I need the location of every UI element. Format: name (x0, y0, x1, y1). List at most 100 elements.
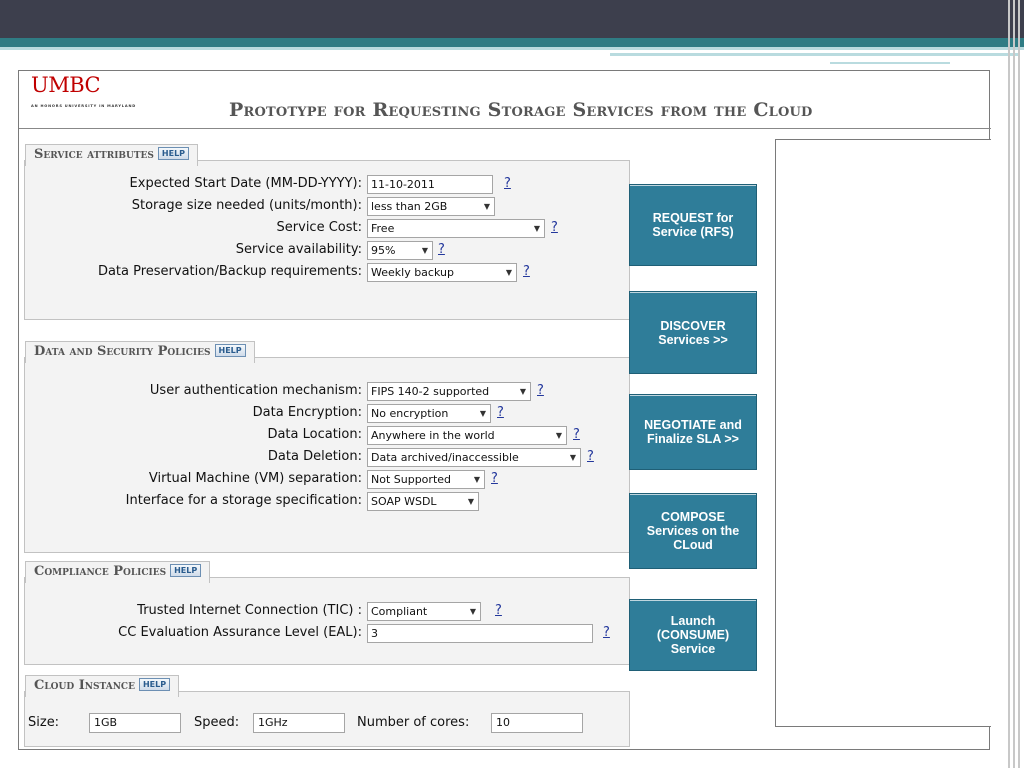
help-link[interactable]: ? (438, 241, 445, 259)
dropdown-arrow-icon: ▼ (505, 268, 512, 277)
select-value: Weekly backup (371, 266, 454, 279)
negotiate-sla-button[interactable]: NEGOTIATE and Finalize SLA >> (629, 394, 757, 470)
help-button[interactable]: HELP (157, 147, 190, 160)
slide-edge-lines (994, 0, 1024, 768)
field-label: Data Location: (267, 427, 362, 442)
dropdown-arrow-icon: ▼ (483, 202, 490, 211)
section-title: Compliance Policies HELP (25, 561, 211, 583)
field-label: Interface for a storage specification: (125, 493, 362, 508)
auth-select[interactable]: FIPS 140-2 supported ▼ (367, 382, 531, 401)
dropdown-arrow-icon: ▼ (421, 246, 428, 255)
start-date-input[interactable]: 11-10-2011 (367, 175, 493, 194)
service-attributes-section: Service attributes HELP Expected Start Da… (24, 144, 631, 320)
speed-label: Speed: (194, 715, 240, 730)
encryption-select[interactable]: No encryption ▼ (367, 404, 491, 423)
output-panel (775, 139, 991, 727)
location-select[interactable]: Anywhere in the world ▼ (367, 426, 567, 445)
umbc-logo: UMBC (31, 73, 101, 97)
field-row-storage-size: Storage size needed (units/month): less … (25, 195, 631, 217)
help-link[interactable]: ? (523, 263, 530, 281)
dropdown-arrow-icon: ▼ (479, 409, 486, 418)
discover-services-button[interactable]: DISCOVER Services >> (629, 291, 757, 374)
launch-service-button[interactable]: Launch (CONSUME) Service (629, 599, 757, 671)
dropdown-arrow-icon: ▼ (569, 453, 576, 462)
section-title: Service attributes HELP (25, 144, 199, 166)
service-cost-select[interactable]: Free ▼ (367, 219, 545, 238)
help-link[interactable]: ? (497, 404, 504, 422)
field-label: User authentication mechanism: (149, 383, 362, 398)
slide-accent-band (0, 38, 1024, 47)
edge-line (1008, 0, 1010, 768)
field-row-start-date: Expected Start Date (MM-DD-YYYY): 11-10-… (25, 173, 631, 195)
slide-accent-line (0, 47, 1024, 50)
field-label: Data Encryption: (252, 405, 362, 420)
field-label: Service Cost: (276, 220, 362, 235)
select-value: 95% (371, 244, 396, 257)
help-link[interactable]: ? (603, 624, 610, 642)
select-value: Free (371, 222, 395, 235)
availability-select[interactable]: 95% ▼ (367, 241, 433, 260)
field-row-location: Data Location: Anywhere in the world ▼ ? (25, 424, 631, 446)
dropdown-arrow-icon: ▼ (469, 607, 476, 616)
help-link[interactable]: ? (504, 175, 511, 193)
field-label: Service availability: (235, 242, 362, 257)
dropdown-arrow-icon: ▼ (519, 387, 526, 396)
select-value: No encryption (371, 407, 449, 420)
field-row-availability: Service availability: 95% ▼ ? (25, 239, 631, 261)
select-value: SOAP WSDL (371, 495, 437, 508)
section-title-text: Compliance Policies (34, 564, 167, 579)
field-row-service-cost: Service Cost: Free ▼ ? (25, 217, 631, 239)
slide-decoration-line (610, 53, 1020, 67)
section-title-text: Service attributes (34, 147, 154, 162)
cloud-instance-section: Cloud Instance HELP Size: 1GB Speed: 1GHz… (24, 675, 630, 747)
vm-separation-select[interactable]: Not Supported ▼ (367, 470, 485, 489)
slide-title-bar (0, 0, 1024, 38)
request-service-button[interactable]: REQUEST for Service (RFS) (629, 184, 757, 266)
help-link[interactable]: ? (491, 470, 498, 488)
select-value: less than 2GB (371, 200, 448, 213)
storage-size-select[interactable]: less than 2GB ▼ (367, 197, 495, 216)
field-row-preservation: Data Preservation/Backup requirements: W… (25, 261, 631, 283)
section-title: Data and Security Policies HELP (25, 341, 255, 363)
deletion-select[interactable]: Data archived/inaccessible ▼ (367, 448, 581, 467)
size-input[interactable]: 1GB (89, 713, 181, 733)
tic-select[interactable]: Compliant ▼ (367, 602, 481, 621)
select-value: Anywhere in the world (371, 429, 495, 442)
interface-select[interactable]: SOAP WSDL ▼ (367, 492, 479, 511)
field-label: Virtual Machine (VM) separation: (148, 471, 362, 486)
field-label: Data Deletion: (267, 449, 362, 464)
preservation-select[interactable]: Weekly backup ▼ (367, 263, 517, 282)
size-label: Size: (28, 715, 60, 730)
field-row-deletion: Data Deletion: Data archived/inaccessibl… (25, 446, 631, 468)
page-title: Prototype for Requesting Storage Service… (229, 99, 813, 121)
section-title: Cloud Instance HELP (25, 675, 180, 697)
data-security-section: Data and Security Policies HELP User auth… (24, 341, 631, 553)
help-button[interactable]: HELP (138, 678, 171, 691)
page-header: UMBC AN HONORS UNIVERSITY IN MARYLAND Pr… (19, 71, 991, 129)
help-button[interactable]: HELP (214, 344, 246, 357)
select-value: Compliant (371, 605, 428, 618)
field-label: Expected Start Date (MM-DD-YYYY): (129, 176, 362, 191)
field-row-vm-separation: Virtual Machine (VM) separation: Not Sup… (25, 468, 631, 490)
cores-label: Number of cores: (357, 715, 470, 730)
select-value: FIPS 140-2 supported (371, 385, 490, 398)
help-link[interactable]: ? (551, 219, 558, 237)
compliance-section: Compliance Policies HELP Trusted Internet… (24, 561, 631, 665)
eal-input[interactable]: 3 (367, 624, 593, 643)
help-link[interactable]: ? (573, 426, 580, 444)
field-label: Trusted Internet Connection (TIC) : (137, 603, 362, 618)
select-value: Not Supported (371, 473, 452, 486)
field-row-eal: CC Evaluation Assurance Level (EAL): 3 ? (25, 622, 631, 644)
help-link[interactable]: ? (495, 602, 502, 620)
help-button[interactable]: HELP (170, 564, 202, 577)
section-title-text: Data and Security Policies (34, 344, 211, 359)
edge-line (1018, 0, 1020, 768)
field-row-interface: Interface for a storage specification: S… (25, 490, 631, 512)
help-link[interactable]: ? (587, 448, 594, 466)
field-label: Data Preservation/Backup requirements: (97, 264, 362, 279)
help-link[interactable]: ? (537, 382, 544, 400)
speed-input[interactable]: 1GHz (253, 713, 345, 733)
select-value: Data archived/inaccessible (371, 451, 519, 464)
cores-input[interactable]: 10 (491, 713, 583, 733)
compose-services-button[interactable]: COMPOSE Services on the CLoud (629, 493, 757, 569)
